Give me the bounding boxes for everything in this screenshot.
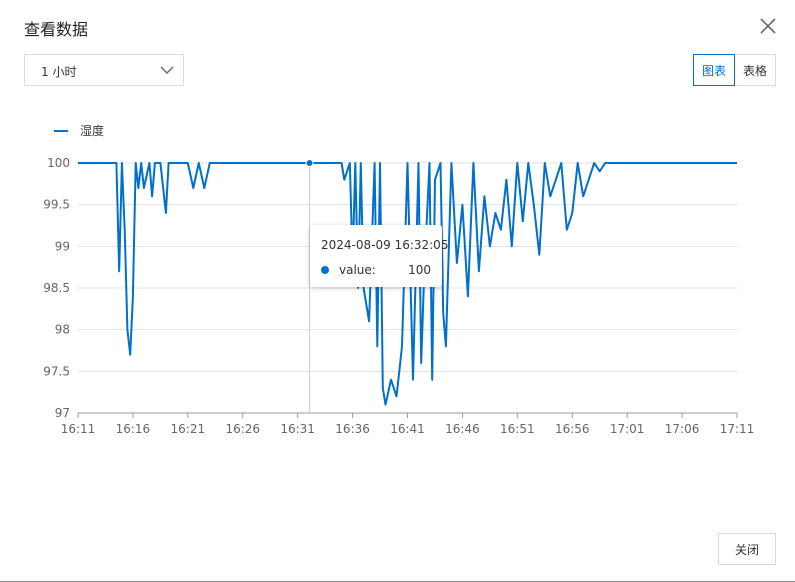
x-tick-label: 16:11 <box>61 422 96 436</box>
x-tick-label: 16:46 <box>445 422 480 436</box>
x-tick-label: 16:41 <box>390 422 425 436</box>
tooltip-series-dot <box>321 266 329 274</box>
tab-chart[interactable]: 图表 <box>693 54 735 86</box>
tooltip-time: 2024-08-09 16:32:05 <box>321 238 449 252</box>
time-range-value: 1 小时 <box>41 65 77 79</box>
x-tick-label: 17:01 <box>610 422 645 436</box>
view-data-dialog: 查看数据 1 小时 图表 表格 湿度 97 97.5 98 98.5 99 99.5 100… <box>0 0 795 582</box>
x-tick-label: 17:11 <box>720 422 755 436</box>
y-tick-label: 97 <box>55 406 70 420</box>
x-tick-label: 17:06 <box>665 422 700 436</box>
close-button[interactable]: 关闭 <box>718 533 776 565</box>
time-range-select[interactable]: 1 小时 <box>24 54 184 86</box>
x-tick-label: 16:31 <box>280 422 315 436</box>
tooltip-key: value: <box>339 263 376 277</box>
legend-label: 湿度 <box>80 123 104 138</box>
chart-legend[interactable]: 湿度 <box>54 123 104 138</box>
y-tick-label: 99.5 <box>43 198 70 212</box>
tab-table[interactable]: 表格 <box>734 54 776 86</box>
x-tick-label: 16:36 <box>335 422 370 436</box>
dialog-title: 查看数据 <box>24 20 89 39</box>
tooltip-value: 100 <box>408 263 431 277</box>
x-tick-label: 16:26 <box>225 422 260 436</box>
x-tick-label: 16:51 <box>500 422 535 436</box>
y-tick-label: 99 <box>55 239 70 253</box>
y-tick-label: 98 <box>55 323 70 337</box>
x-tick-label: 16:56 <box>555 422 590 436</box>
y-tick-label: 100 <box>47 156 70 170</box>
chart-tooltip: 2024-08-09 16:32:05 value: 100 <box>310 225 448 287</box>
x-tick-label: 16:21 <box>171 422 206 436</box>
x-tick-label: 16:16 <box>116 422 151 436</box>
close-icon[interactable] <box>758 16 778 36</box>
hover-point <box>305 159 314 167</box>
chevron-down-icon <box>159 62 175 78</box>
y-tick-label: 97.5 <box>43 364 70 378</box>
y-tick-label: 98.5 <box>43 281 70 295</box>
